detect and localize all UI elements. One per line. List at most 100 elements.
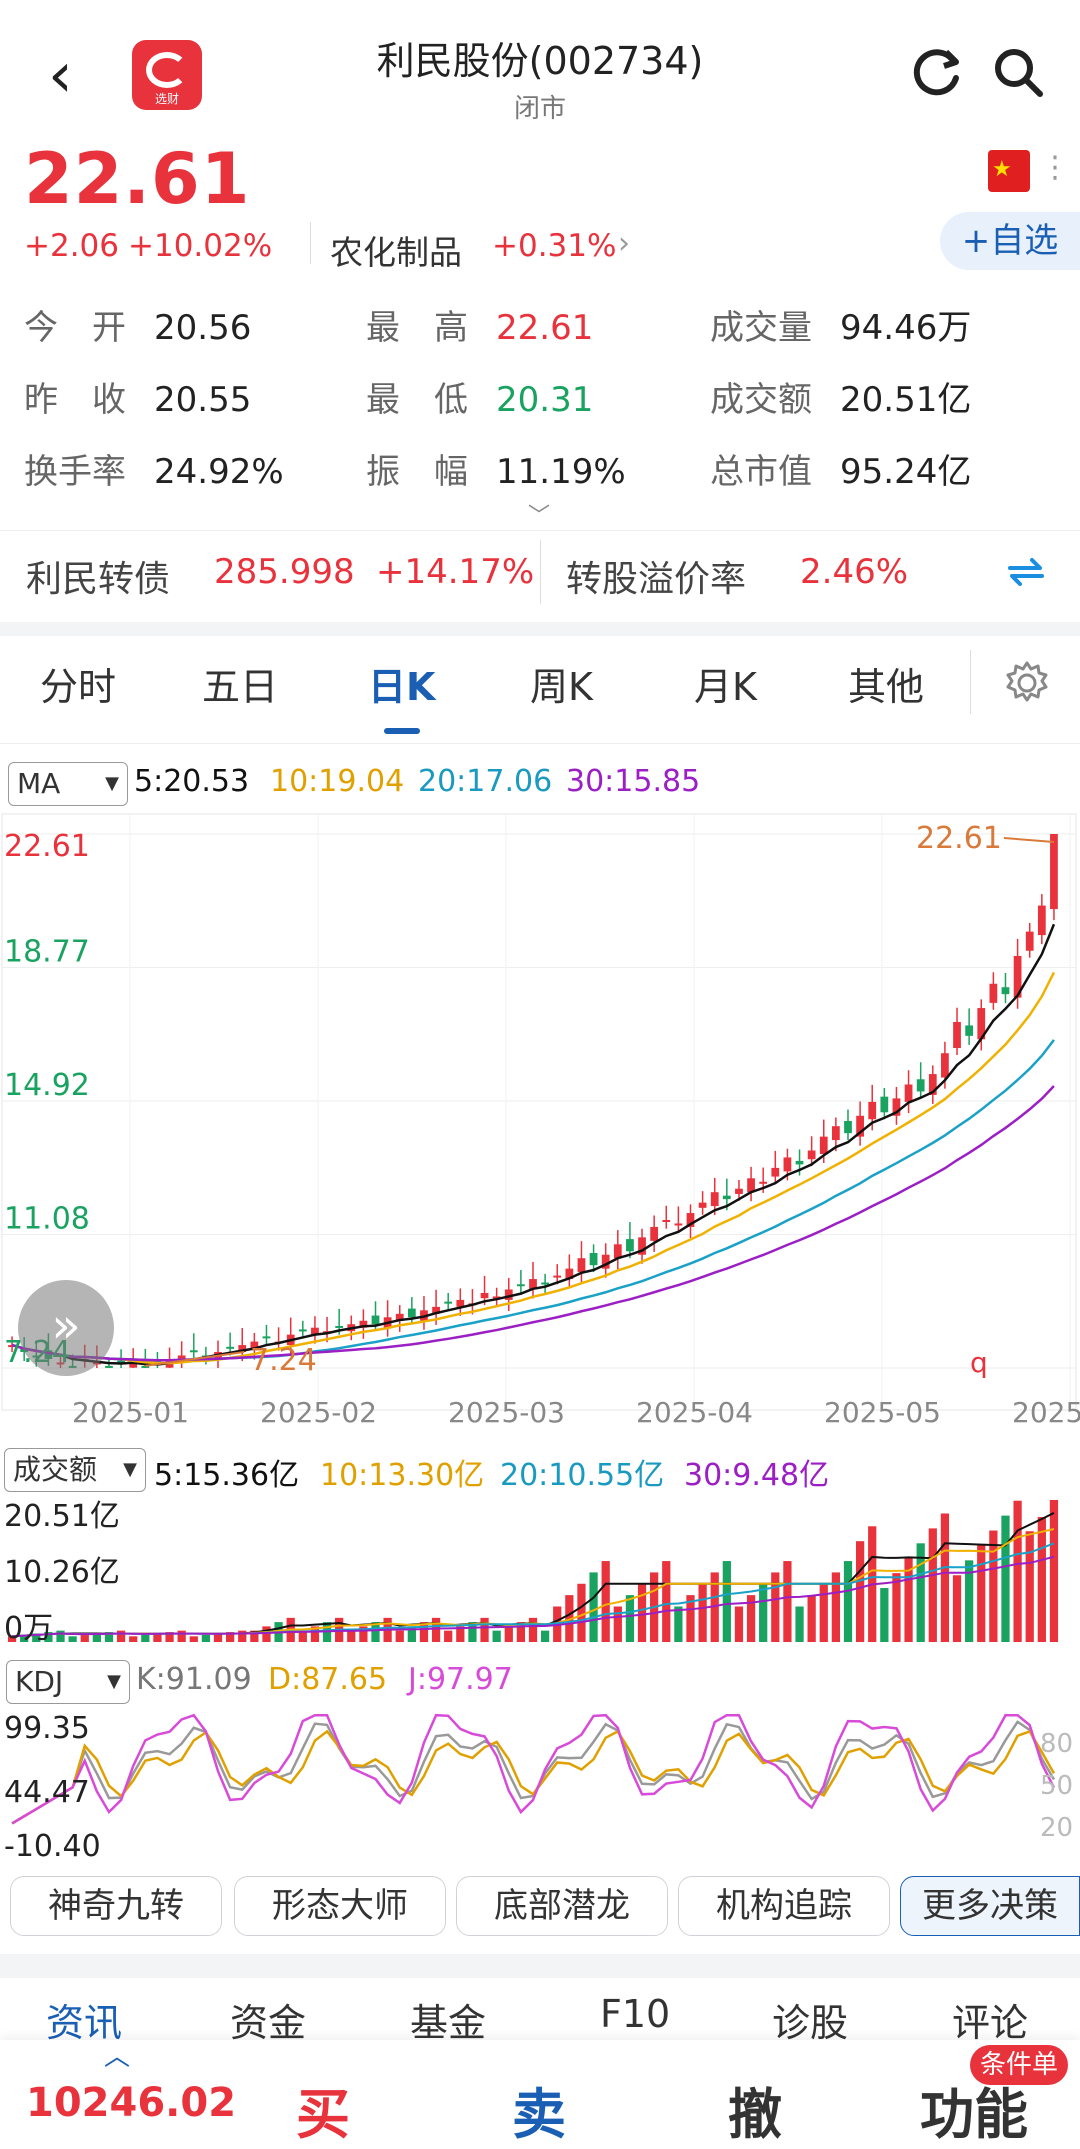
kdj-axis-mid: 44.47 — [4, 1775, 90, 1810]
candle-body — [626, 1239, 634, 1252]
volume-bar — [1049, 1500, 1059, 1642]
tab-monthly-k[interactable]: 月K — [694, 656, 757, 711]
volume-bar — [528, 1617, 538, 1642]
volume-bar — [80, 1634, 89, 1642]
search-icon[interactable] — [990, 44, 1046, 100]
divider — [540, 540, 541, 604]
tab-comments[interactable]: 评论 — [952, 1992, 1028, 2047]
premium-label: 转股溢价率 — [566, 559, 747, 600]
candle-body — [613, 1244, 622, 1259]
last-price: 22.61 — [24, 138, 251, 220]
back-arrow-icon[interactable]: ‹ — [48, 40, 108, 110]
volume-bar — [734, 1606, 744, 1642]
volume-bar — [880, 1588, 889, 1642]
switch-icon[interactable] — [1004, 554, 1048, 590]
candle-body — [831, 1126, 840, 1141]
refresh-icon[interactable] — [910, 44, 966, 100]
index-value[interactable]: 10246.02 — [26, 2080, 236, 2126]
volume-bar — [892, 1573, 901, 1642]
volume-bar — [1025, 1531, 1034, 1642]
tab-daily-k[interactable]: 日K — [368, 656, 435, 711]
vol-axis-bottom: 0万 — [4, 1611, 53, 1646]
buy-button[interactable]: 买 — [296, 2070, 350, 2149]
vol-ma20-legend: 20:10.55亿 — [500, 1458, 665, 1493]
chip-magic-nine[interactable]: 神奇九转 — [10, 1876, 222, 1936]
volume-bar — [928, 1528, 937, 1642]
x-tick-label: 2025-01 — [72, 1396, 189, 1429]
tab-f10[interactable]: F10 — [600, 1992, 670, 2036]
candle-body — [819, 1136, 828, 1154]
candle-body — [105, 1365, 113, 1368]
kdj-select[interactable]: KDJ ▼ — [6, 1660, 130, 1704]
tab-five-day[interactable]: 五日 — [202, 656, 278, 711]
price-change: +2.06 — [24, 228, 119, 264]
volume-bar — [177, 1630, 186, 1642]
add-watchlist-button[interactable]: +自选 — [940, 212, 1080, 270]
cancel-order-button[interactable]: 撤 — [728, 2070, 782, 2149]
more-icon[interactable]: ⋮ — [1040, 150, 1070, 185]
kdj-axis-bottom: -10.40 — [4, 1829, 101, 1860]
volume-select[interactable]: 成交额 ▼ — [4, 1448, 146, 1492]
volume-bar — [722, 1561, 731, 1642]
candle-body — [674, 1223, 683, 1226]
chevron-up-icon[interactable]: ︿ — [104, 2036, 130, 2073]
candlestick-chart[interactable]: 22.61 18.77 14.92 11.08 7.24 2025-01 2025-02 20… — [0, 812, 1080, 1432]
candle-body — [1037, 905, 1046, 936]
ma20-legend: 20:17.06 — [418, 764, 553, 799]
tab-other[interactable]: 其他 — [848, 656, 924, 711]
candle-body — [795, 1160, 804, 1165]
divider — [310, 222, 311, 264]
x-tick-label: 2025-06 — [1012, 1396, 1080, 1429]
ma-select[interactable]: MA ▼ — [8, 762, 128, 806]
tab-weekly-k[interactable]: 周K — [530, 656, 593, 711]
ma10-line — [11, 971, 1056, 1365]
volume-bar — [68, 1636, 77, 1642]
stat-market-cap: 总市值 95.24亿 — [710, 452, 972, 492]
ma30-legend: 30:15.85 — [566, 764, 701, 799]
vol-axis-top: 20.51亿 — [4, 1499, 120, 1534]
chip-pattern-master[interactable]: 形态大师 — [234, 1876, 446, 1936]
kdj-chart[interactable]: 99.35 44.47 -10.40 80 50 20 — [0, 1708, 1080, 1860]
high-label: 22.61 — [916, 821, 1002, 856]
stat-amplitude: 振 幅 11.19% — [366, 452, 626, 492]
y-tick-label: 18.77 — [4, 935, 90, 970]
sector-change[interactable]: +0.31% — [492, 228, 616, 264]
sector-name[interactable]: 农化制品 — [330, 226, 462, 274]
candle-body — [904, 1084, 913, 1102]
candle-body — [916, 1079, 925, 1092]
bond-name[interactable]: 利民转债 — [26, 550, 170, 602]
volume-bar — [141, 1634, 150, 1642]
chevron-right-icon[interactable]: › — [618, 226, 630, 261]
candle-body — [407, 1308, 416, 1318]
volume-bar — [1037, 1517, 1046, 1642]
candle-body — [880, 1096, 889, 1113]
candle-body — [1025, 931, 1034, 951]
volume-bar — [625, 1595, 635, 1642]
volume-bar — [189, 1636, 198, 1642]
kdj-right-80: 80 — [1040, 1729, 1073, 1759]
tab-fund[interactable]: 基金 — [410, 1992, 486, 2047]
candle-body — [1001, 987, 1010, 995]
tab-intraday[interactable]: 分时 — [40, 656, 116, 711]
condition-order-badge[interactable]: 条件单 — [970, 2045, 1069, 2085]
candle-body — [589, 1253, 598, 1266]
candle-body — [577, 1258, 586, 1273]
high-pointer — [1003, 837, 1055, 843]
expand-icon[interactable]: » — [18, 1280, 114, 1376]
volume-bar — [504, 1626, 513, 1642]
candle-body — [989, 983, 998, 1003]
chip-more-decisions[interactable]: 更多决策 — [900, 1876, 1080, 1936]
volume-bar — [783, 1561, 792, 1642]
chip-institution-track[interactable]: 机构追踪 — [678, 1876, 890, 1936]
candle-body — [698, 1202, 707, 1208]
candle-body — [662, 1219, 671, 1222]
chip-bottom-dragon[interactable]: 底部潜龙 — [456, 1876, 668, 1936]
sell-button[interactable]: 卖 — [512, 2070, 566, 2149]
volume-bar — [601, 1561, 610, 1642]
volume-chart[interactable]: 20.51亿 10.26亿 0万 — [0, 1496, 1080, 1646]
chevron-down-icon[interactable]: ﹀ — [528, 498, 550, 530]
tab-diagnose[interactable]: 诊股 — [772, 1992, 848, 2047]
x-tick-label: 2025-05 — [824, 1396, 941, 1429]
gear-icon[interactable] — [1004, 660, 1050, 706]
tab-funds-flow[interactable]: 资金 — [230, 1992, 306, 2047]
